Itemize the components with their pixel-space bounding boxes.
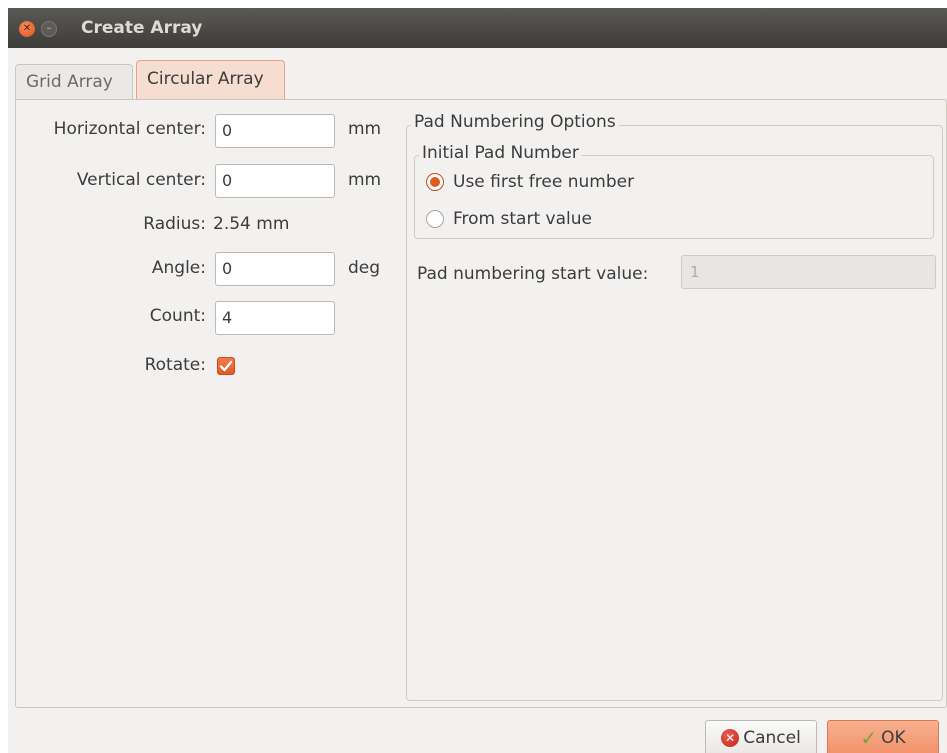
angle-label: Angle: (151, 258, 206, 278)
ok-button[interactable]: ✓ OK (827, 720, 939, 753)
window-title: Create Array (81, 18, 203, 38)
pad-numbering-options-title: Pad Numbering Options (411, 112, 619, 132)
count-input[interactable]: 4 (215, 301, 335, 335)
use-first-free-number-radio[interactable] (426, 173, 444, 191)
radius-label: Radius: (143, 214, 206, 234)
initial-pad-number-title: Initial Pad Number (419, 143, 582, 163)
cancel-button-label: Cancel (743, 728, 801, 748)
count-label: Count: (149, 306, 206, 326)
rotate-checkbox[interactable] (217, 357, 235, 375)
checkmark-icon (219, 360, 233, 372)
checkmark-ok-icon: ✓ (860, 726, 878, 750)
vertical-center-input[interactable]: 0 (215, 164, 335, 198)
cancel-icon: ✕ (721, 729, 740, 747)
close-window-icon[interactable]: ✕ (19, 21, 35, 37)
angle-input[interactable]: 0 (215, 252, 335, 286)
create-array-dialog: ✕ – Create Array Grid Array Circular Arr… (8, 8, 947, 753)
use-first-free-number-label[interactable]: Use first free number (453, 172, 634, 192)
pad-numbering-start-value-label: Pad numbering start value: (417, 264, 649, 284)
vertical-center-label: Vertical center: (76, 170, 206, 190)
rotate-label: Rotate: (144, 355, 206, 375)
angle-unit: deg (348, 258, 381, 278)
horizontal-center-unit: mm (348, 119, 382, 139)
from-start-value-label[interactable]: From start value (453, 209, 592, 229)
from-start-value-radio[interactable] (426, 210, 444, 228)
vertical-center-unit: mm (348, 170, 382, 190)
tab-grid-array[interactable]: Grid Array (15, 64, 133, 100)
circular-array-panel: Horizontal center: 0 mm Vertical center:… (15, 99, 947, 708)
minimize-window-icon[interactable]: – (41, 21, 57, 37)
tab-circular-array[interactable]: Circular Array (136, 60, 285, 100)
radius-value: 2.54 mm (213, 214, 290, 234)
horizontal-center-label: Horizontal center: (53, 119, 206, 139)
pad-numbering-start-value-input: 1 (681, 255, 936, 289)
horizontal-center-input[interactable]: 0 (215, 114, 335, 148)
cancel-button[interactable]: ✕ Cancel (705, 720, 817, 753)
ok-button-label: OK (881, 728, 906, 748)
title-bar: ✕ – Create Array (8, 8, 947, 48)
